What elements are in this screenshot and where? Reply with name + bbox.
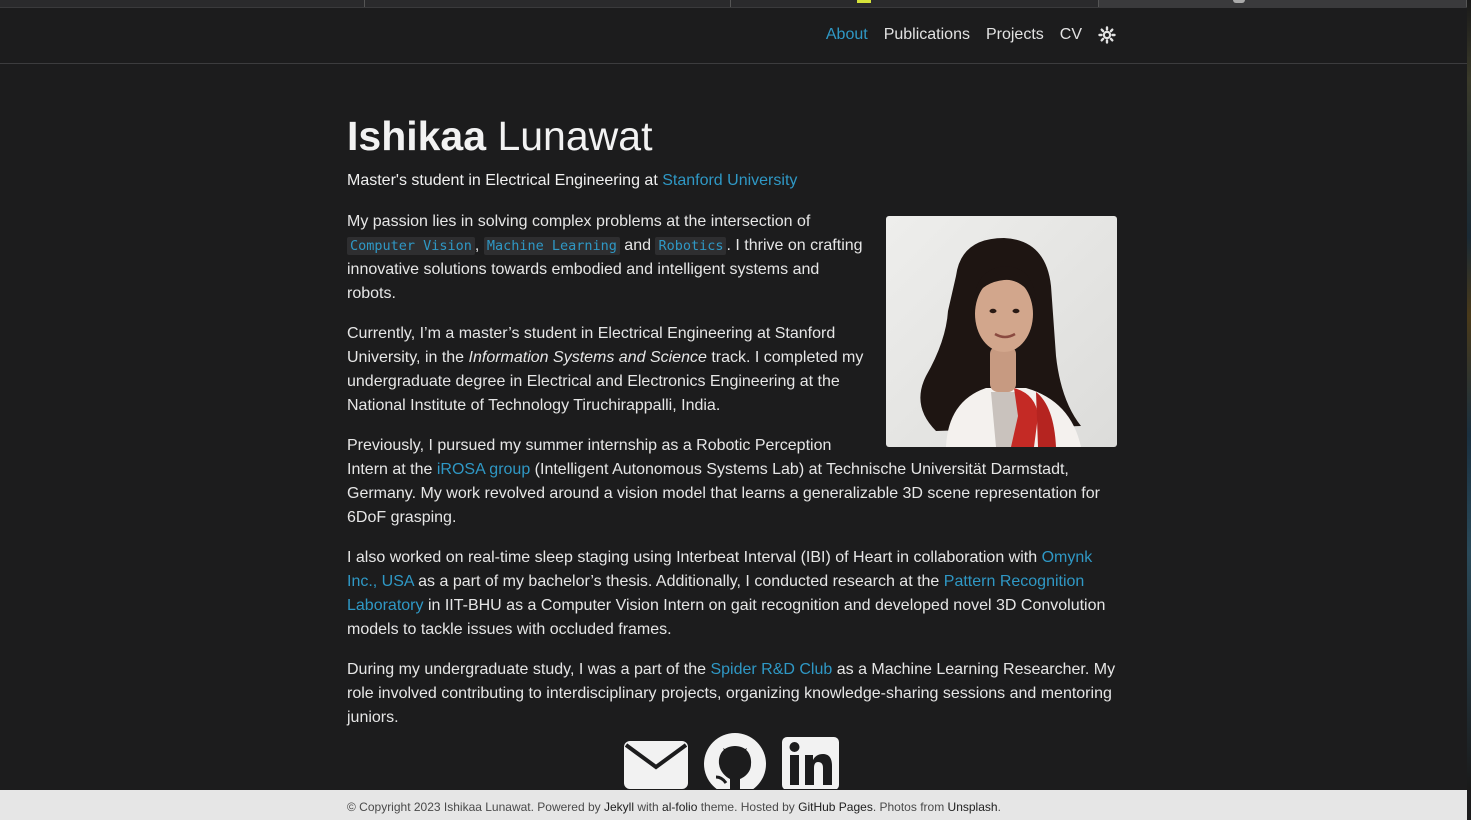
sun-icon[interactable] [1097, 25, 1117, 45]
browser-tab-strip [0, 0, 1467, 8]
nav-item-projects[interactable]: Projects [986, 26, 1044, 44]
tab-favicon [857, 0, 871, 3]
browser-tab[interactable] [365, 0, 731, 7]
window-edge [1467, 0, 1471, 790]
about-content: Ishikaa Lunawat Master's student in Elec… [347, 110, 1117, 746]
envelope-icon[interactable] [624, 733, 688, 789]
social-links [624, 733, 844, 789]
tag-robotics: Robotics [655, 237, 727, 255]
github-icon[interactable] [704, 733, 766, 789]
tag-computer-vision: Computer Vision [347, 237, 475, 255]
nav-item-publications[interactable]: Publications [884, 26, 970, 44]
tab-favicon [1232, 0, 1245, 3]
nav-item-cv[interactable]: CV [1060, 26, 1082, 44]
footer: © Copyright 2023 Ishikaa Lunawat. Powere… [0, 790, 1467, 820]
profile-photo [886, 216, 1117, 447]
jekyll-link[interactable]: Jekyll [604, 800, 634, 814]
stanford-link[interactable]: Stanford University [662, 172, 797, 189]
alfolio-link[interactable]: al-folio [662, 800, 697, 814]
browser-tab-active[interactable] [1098, 0, 1467, 7]
bio: My passion lies in solving complex probl… [347, 210, 1117, 730]
irosa-link[interactable]: iROSA group [437, 461, 530, 478]
navbar: About Publications Projects CV [0, 8, 1467, 64]
nav-menu: About Publications Projects CV [810, 25, 1117, 45]
subtitle: Master's student in Electrical Engineeri… [347, 172, 798, 189]
bio-paragraph: Previously, I pursued my summer internsh… [347, 437, 1100, 526]
bio-paragraph: I also worked on real-time sleep staging… [347, 549, 1106, 638]
browser-tab[interactable] [731, 0, 1099, 7]
footer-text: © Copyright 2023 Ishikaa Lunawat. Powere… [347, 800, 1001, 814]
bio-paragraph: During my undergraduate study, I was a p… [347, 661, 1116, 726]
tag-machine-learning: Machine Learning [483, 237, 620, 255]
spider-club-link[interactable]: Spider R&D Club [710, 661, 832, 678]
browser-tab[interactable] [0, 0, 365, 7]
page-title: Ishikaa Lunawat [347, 113, 653, 159]
nav-item-about[interactable]: About [826, 26, 868, 44]
github-pages-link[interactable]: GitHub Pages [798, 800, 873, 814]
unsplash-link[interactable]: Unsplash [948, 800, 998, 814]
linkedin-icon[interactable] [782, 733, 839, 789]
